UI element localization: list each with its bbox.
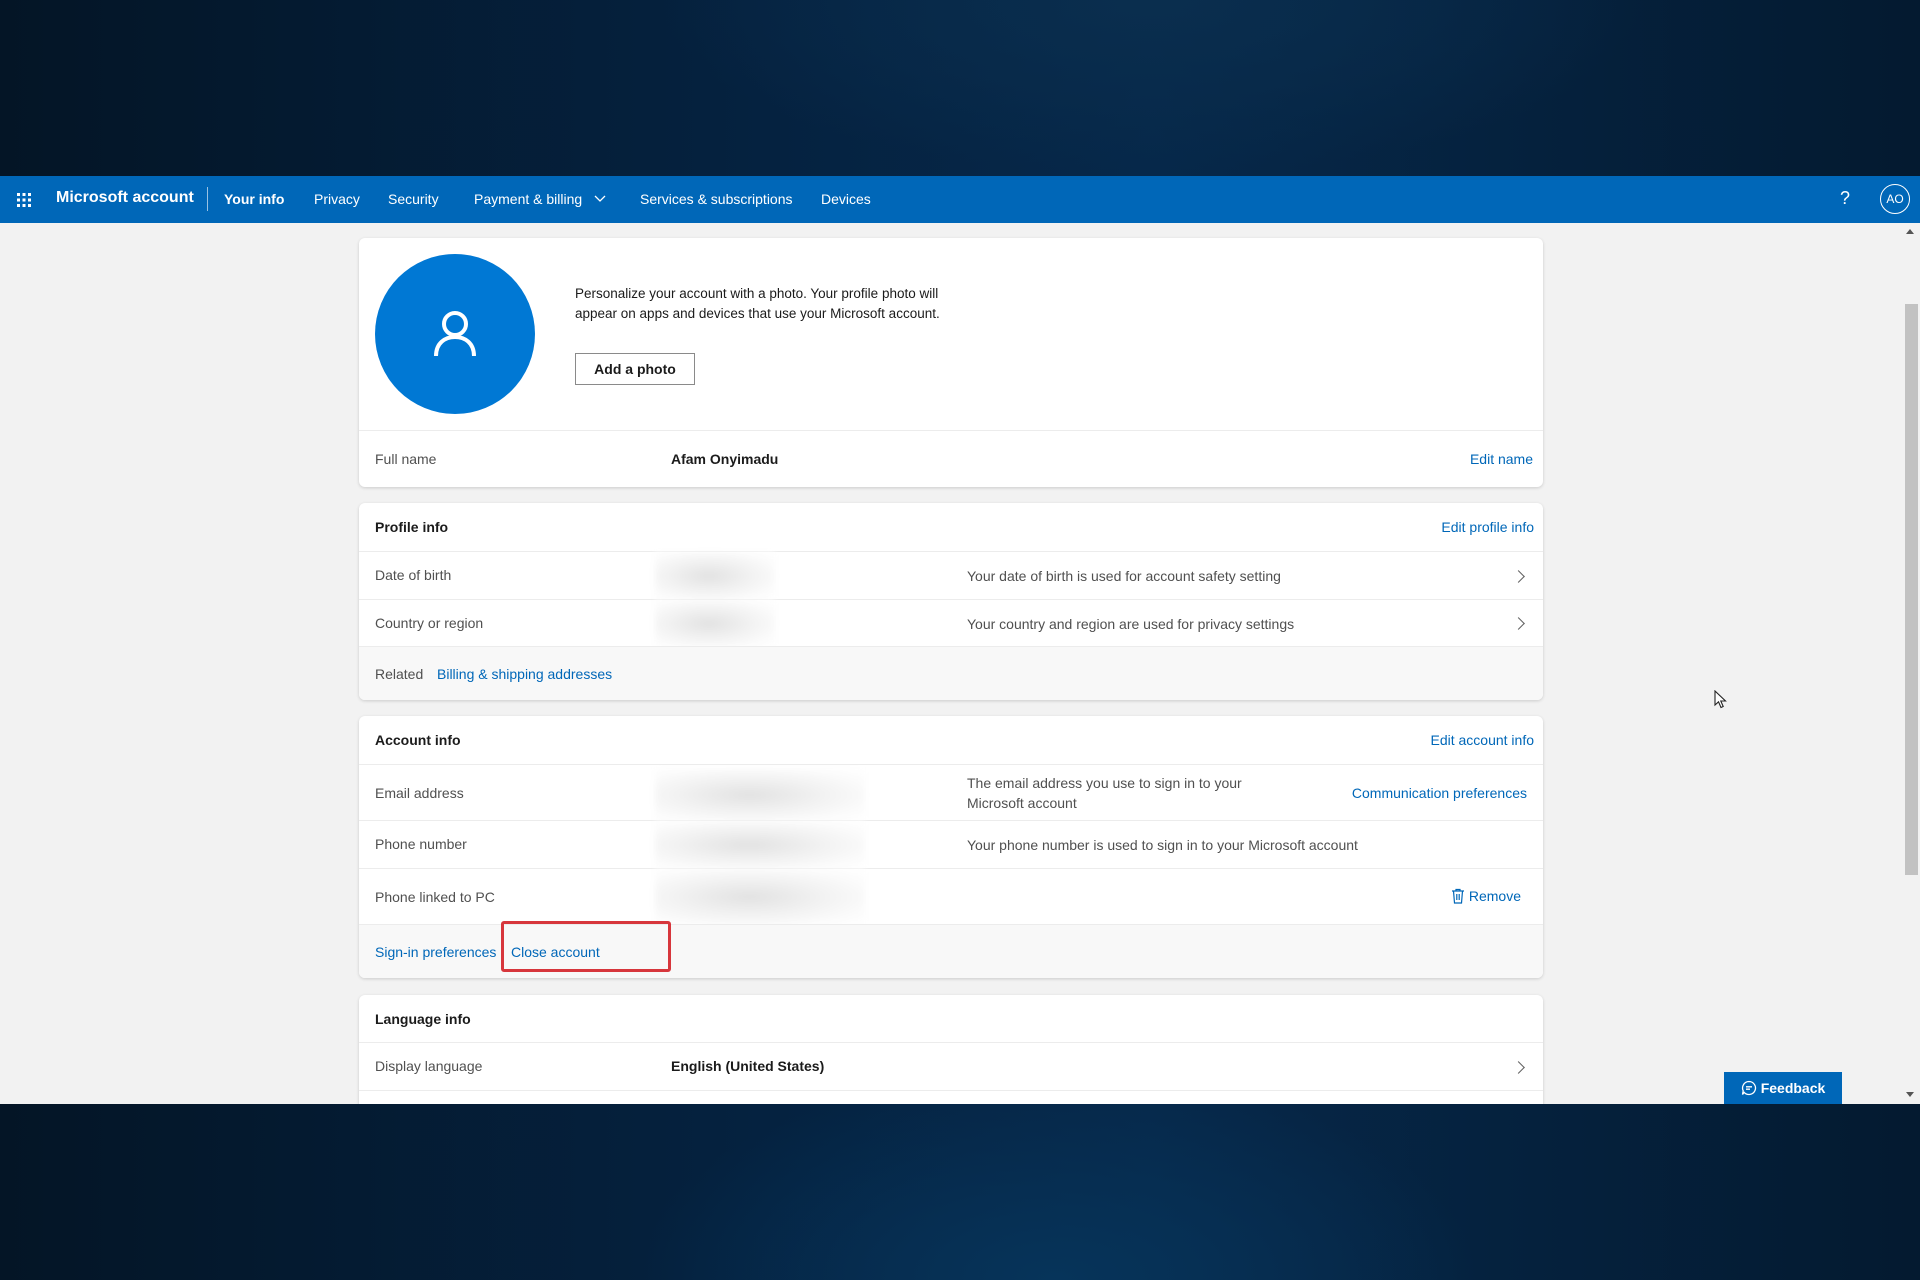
account-info-title: Account info xyxy=(375,732,461,748)
date-of-birth-label: Date of birth xyxy=(375,567,452,583)
browser-viewport: Microsoft account Your info Privacy Secu… xyxy=(0,176,1920,1104)
remove-label: Remove xyxy=(1468,888,1521,904)
edit-name-link[interactable]: Edit name xyxy=(1470,451,1533,467)
display-language-value: English (United States) xyxy=(671,1058,825,1074)
app-launcher-icon[interactable] xyxy=(16,192,32,208)
phone-number-description: Your phone number is used to sign in to … xyxy=(967,837,1358,853)
feedback-label: Feedback xyxy=(1760,1080,1826,1096)
related-label: Related xyxy=(375,666,424,682)
remove-phone-button[interactable]: Remove xyxy=(1451,888,1521,904)
profile-info-footer: Related Billing & shipping addresses xyxy=(359,646,1543,700)
date-of-birth-description: Your date of birth is used for account s… xyxy=(967,568,1281,584)
trash-icon xyxy=(1451,888,1464,904)
nav-privacy[interactable]: Privacy xyxy=(314,191,360,207)
scroll-up-arrow-icon[interactable] xyxy=(1906,229,1914,234)
profile-info-title: Profile info xyxy=(375,519,449,535)
edit-profile-info-link[interactable]: Edit profile info xyxy=(1441,519,1534,535)
scrollbar-thumb[interactable] xyxy=(1905,304,1918,875)
chevron-right-icon xyxy=(1512,1061,1525,1074)
photo-description: Personalize your account with a photo. Y… xyxy=(575,286,940,321)
country-region-description: Your country and region are used for pri… xyxy=(967,616,1295,632)
feedback-icon xyxy=(1741,1080,1756,1096)
language-info-title: Language info xyxy=(375,1011,471,1027)
nav-your-info[interactable]: Your info xyxy=(224,191,284,207)
billing-shipping-addresses-link[interactable]: Billing & shipping addresses xyxy=(437,666,612,682)
email-address-description: The email address you use to sign in to … xyxy=(967,775,1242,811)
add-photo-button[interactable]: Add a photo xyxy=(575,353,695,385)
nav-payment-billing[interactable]: Payment & billing xyxy=(474,191,606,207)
full-name-row: Full name Afam Onyimadu Edit name xyxy=(359,430,1543,487)
country-region-row[interactable]: Country or region Your country and regio… xyxy=(359,599,1543,647)
nav-divider xyxy=(207,187,208,211)
date-of-birth-row[interactable]: Date of birth Your date of birth is used… xyxy=(359,551,1543,600)
top-nav: Microsoft account Your info Privacy Secu… xyxy=(0,176,1920,223)
full-name-value: Afam Onyimadu xyxy=(671,451,779,467)
language-info-card: Language info Display language English (… xyxy=(359,995,1543,1104)
account-avatar-button[interactable]: AO xyxy=(1880,184,1910,214)
nav-security[interactable]: Security xyxy=(388,191,439,207)
email-address-row: Email address The email address you use … xyxy=(359,764,1543,821)
scroll-down-arrow-icon[interactable] xyxy=(1906,1092,1914,1097)
country-region-value-redacted xyxy=(655,600,775,647)
phone-number-label: Phone number xyxy=(375,836,467,852)
phone-linked-label: Phone linked to PC xyxy=(375,889,495,905)
phone-linked-row: Phone linked to PC Remove xyxy=(359,868,1543,925)
phone-number-value-redacted xyxy=(655,821,865,869)
profile-photo-card: Personalize your account with a photo. Y… xyxy=(359,238,1543,487)
communication-preferences-link[interactable]: Communication preferences xyxy=(1352,785,1527,801)
email-address-label: Email address xyxy=(375,785,464,801)
country-region-label: Country or region xyxy=(375,615,484,631)
phone-linked-value-redacted xyxy=(655,869,865,925)
edit-account-info-link[interactable]: Edit account info xyxy=(1430,732,1534,748)
full-name-label: Full name xyxy=(375,451,437,467)
mouse-cursor-icon xyxy=(1714,690,1727,709)
chevron-down-icon xyxy=(594,195,606,202)
chevron-right-icon xyxy=(1512,617,1525,630)
date-of-birth-value-redacted xyxy=(655,552,775,600)
close-account-highlight-box xyxy=(501,921,671,972)
nav-payment-billing-label: Payment & billing xyxy=(474,191,583,207)
help-icon[interactable]: ? xyxy=(1840,188,1850,209)
nav-devices[interactable]: Devices xyxy=(821,191,871,207)
chevron-right-icon xyxy=(1512,570,1525,583)
email-address-value-redacted xyxy=(655,769,865,821)
display-language-label: Display language xyxy=(375,1058,483,1074)
profile-avatar xyxy=(375,254,535,414)
language-next-row xyxy=(359,1090,1543,1104)
phone-number-row: Phone number Your phone number is used t… xyxy=(359,820,1543,869)
person-icon xyxy=(434,311,476,357)
profile-info-card: Profile info Edit profile info Date of b… xyxy=(359,503,1543,700)
brand-title[interactable]: Microsoft account xyxy=(56,189,194,207)
display-language-row[interactable]: Display language English (United States) xyxy=(359,1042,1543,1091)
feedback-button[interactable]: Feedback xyxy=(1724,1072,1842,1104)
sign-in-preferences-link[interactable]: Sign-in preferences xyxy=(375,944,496,960)
nav-services-subscriptions[interactable]: Services & subscriptions xyxy=(640,191,793,207)
